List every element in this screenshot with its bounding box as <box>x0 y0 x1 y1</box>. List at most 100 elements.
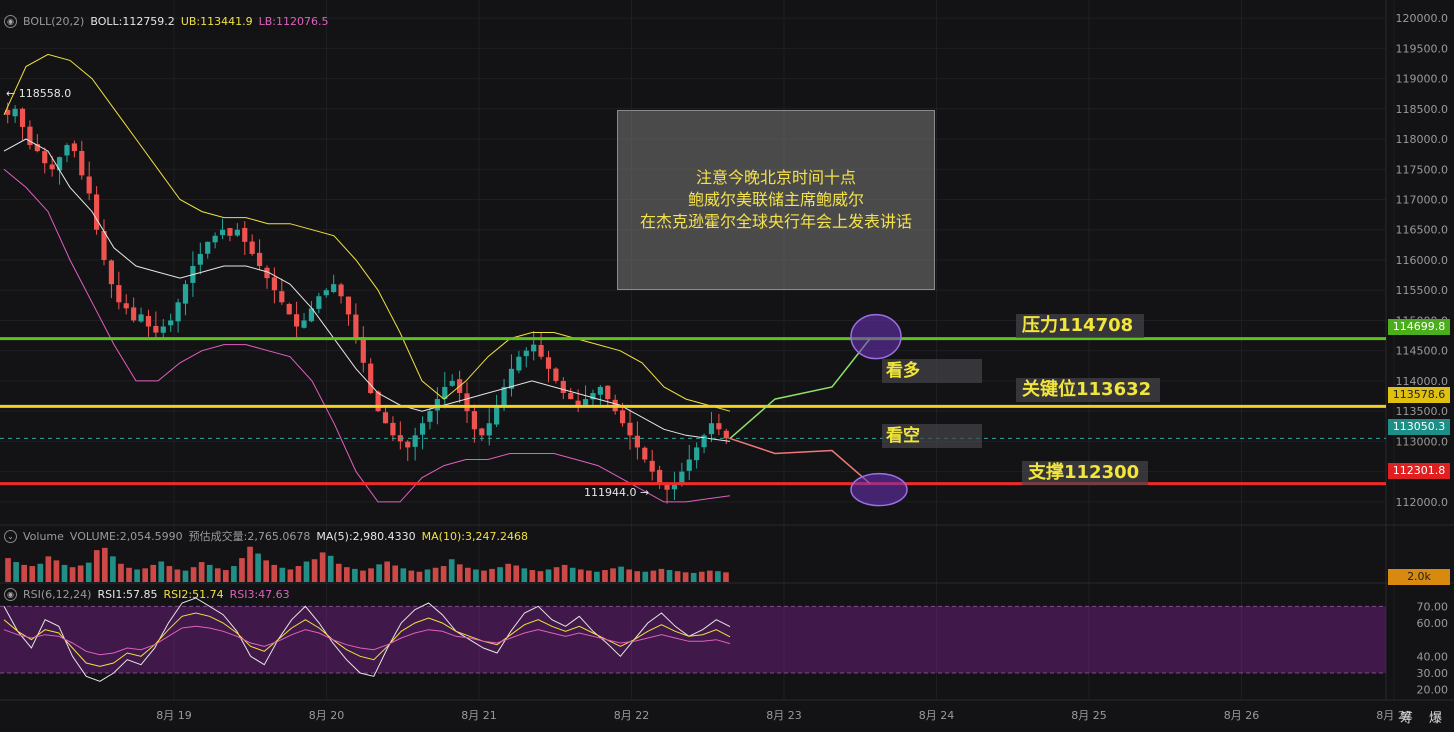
volume-bar <box>529 570 536 582</box>
volume-bar <box>102 547 108 582</box>
x-tick-label: 8月 19 <box>156 709 192 722</box>
y-tick-label: 118000.0 <box>1396 133 1449 146</box>
volume-bar <box>376 564 382 582</box>
volume-bar <box>37 563 44 582</box>
volume-bar <box>223 570 229 582</box>
volume-bar <box>448 559 455 582</box>
resistance-label[interactable]: 压力114708 <box>1016 314 1144 338</box>
candle-body <box>405 441 411 448</box>
y-tick-label: 117000.0 <box>1396 194 1449 207</box>
y-tick-label: 114000.0 <box>1396 375 1449 388</box>
candle-body <box>523 350 529 357</box>
candle-body <box>42 151 48 164</box>
candle-body <box>168 320 174 326</box>
volume-bar <box>182 570 189 582</box>
volume-bar <box>335 563 342 582</box>
candle-body <box>716 423 722 430</box>
boll-legend: ◉ BOLL(20,2) BOLL:112759.2 UB:113441.9 L… <box>4 15 328 28</box>
candle-body <box>153 325 159 333</box>
volume-bar <box>327 555 334 582</box>
x-tick-label: 8月 23 <box>766 709 802 722</box>
rsi-tick-label: 40.00 <box>1417 650 1449 663</box>
volume-bar <box>392 565 399 582</box>
volume-bar <box>723 572 729 582</box>
volume-bar <box>45 556 52 582</box>
volume-bar <box>142 568 148 582</box>
volume-bar <box>440 566 447 582</box>
volume-bar <box>279 567 286 582</box>
volume-bar <box>473 569 479 582</box>
candle-body <box>227 228 233 236</box>
support-label[interactable]: 支撑112300 <box>1022 461 1148 485</box>
key-price-tag: 113578.6 <box>1388 387 1450 403</box>
candle-body <box>138 314 144 322</box>
candle-body <box>538 345 544 357</box>
candle-body <box>79 150 85 176</box>
volume-bar <box>344 567 350 582</box>
eye-icon[interactable]: ◉ <box>4 15 17 28</box>
candle-body <box>123 303 129 309</box>
volume-bar <box>602 570 608 582</box>
volume-bar <box>715 571 721 582</box>
candle-body <box>116 285 122 303</box>
bull-label[interactable]: 看多 <box>882 359 982 383</box>
candle-body <box>249 241 255 254</box>
volume-bar <box>634 571 641 582</box>
volume-bar <box>29 566 36 582</box>
candle-body <box>419 423 426 435</box>
volume-bar <box>134 569 140 582</box>
high-marker: ← 118558.0 <box>6 87 72 100</box>
y-tick-label: 114500.0 <box>1396 345 1449 358</box>
low-marker: 111944.0 → <box>584 486 650 499</box>
volume-bar <box>416 571 423 582</box>
x-tick-label: 8月 22 <box>614 709 650 722</box>
volume-bar <box>465 567 471 582</box>
candle-body <box>553 368 559 381</box>
y-tick-label: 119000.0 <box>1396 73 1449 86</box>
volume-bar <box>594 571 600 582</box>
rsi1-value: RSI1:57.85 <box>97 588 158 601</box>
x-tick-label: 8月 24 <box>919 709 955 722</box>
candle-body <box>649 460 655 472</box>
annotation-box[interactable]: 注意今晚北京时间十点 鲍威尔美联储主席鲍威尔 在杰克逊霍尔全球央行年会上发表讲话 <box>617 110 935 290</box>
volume-bar <box>513 565 520 582</box>
y-tick-label: 118500.0 <box>1396 103 1449 116</box>
candle-body <box>86 176 92 194</box>
candle-body <box>234 229 240 236</box>
candle-body <box>71 143 77 152</box>
volume-bar <box>69 567 76 582</box>
volume-bar <box>384 561 390 582</box>
chevron-down-icon[interactable]: ⌄ <box>4 529 17 543</box>
x-tick-label: 8月 25 <box>1071 709 1107 722</box>
y-tick-label: 113000.0 <box>1396 435 1449 448</box>
eye-icon[interactable]: ◉ <box>4 588 17 601</box>
volume-bar <box>61 564 68 582</box>
volume-bar <box>150 564 157 582</box>
support-target-ellipse <box>850 472 908 507</box>
candle-body <box>479 428 485 436</box>
volume-bar <box>666 570 673 582</box>
bear-label[interactable]: 看空 <box>882 424 982 448</box>
volume-bar <box>577 569 584 582</box>
volume-bar <box>85 562 92 582</box>
candle-body <box>160 326 166 333</box>
candle-body <box>642 447 648 460</box>
candle-body <box>664 484 670 490</box>
candle-body <box>279 291 285 303</box>
volume-bar <box>618 566 624 582</box>
key-level-label[interactable]: 关键位113632 <box>1016 378 1160 402</box>
volume-bar <box>287 569 294 582</box>
volume-bar <box>368 568 374 582</box>
volume-bar <box>610 568 616 582</box>
volume-bar <box>110 556 116 582</box>
boll-lb-value: LB:112076.5 <box>258 15 329 28</box>
volume-bar <box>190 567 197 582</box>
candle-body <box>382 412 389 424</box>
volume-bar <box>553 567 560 582</box>
candle-body <box>19 108 26 127</box>
volume-bar <box>400 568 407 582</box>
candle-body <box>449 380 455 386</box>
volume-bar <box>13 562 19 582</box>
volume-bar <box>497 567 503 582</box>
volume-bar <box>537 571 544 582</box>
